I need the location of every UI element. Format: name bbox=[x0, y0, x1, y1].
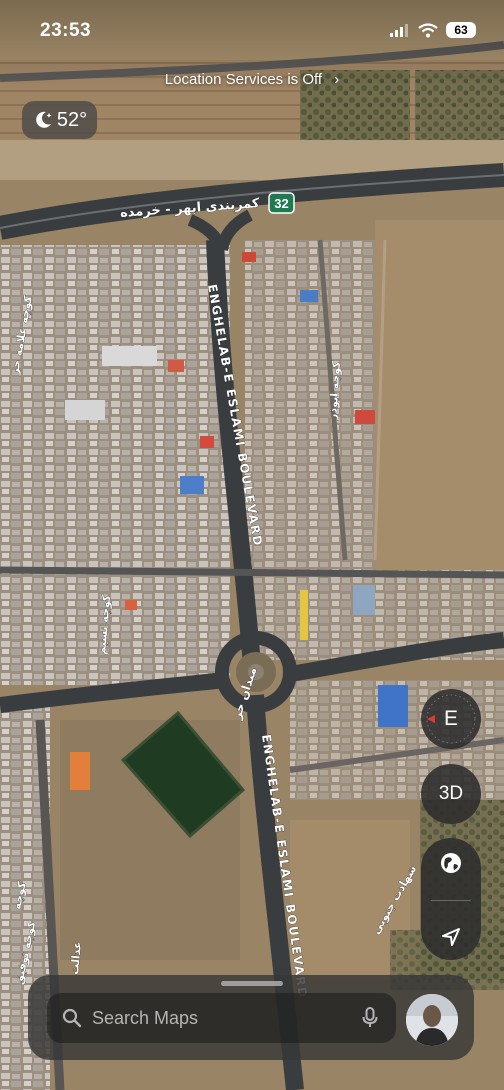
chevron-right-icon: › bbox=[334, 71, 340, 88]
microphone-icon bbox=[362, 1007, 378, 1027]
avatar-image bbox=[406, 994, 458, 1046]
cellular-signal-icon bbox=[390, 24, 408, 37]
search-field[interactable]: Search Maps bbox=[47, 993, 396, 1043]
highway-shield-number: 32 bbox=[274, 196, 288, 211]
battery-indicator: 63 bbox=[446, 22, 476, 38]
controls-divider bbox=[431, 899, 471, 901]
moon-icon bbox=[36, 111, 52, 128]
compass-heading: E bbox=[443, 707, 458, 730]
status-time: 23:53 bbox=[40, 20, 92, 41]
search-placeholder: Search Maps bbox=[92, 1007, 199, 1028]
microphone-button[interactable] bbox=[362, 1007, 378, 1029]
3d-toggle-button[interactable]: 3D bbox=[421, 764, 481, 824]
weather-badge[interactable]: 52° bbox=[22, 101, 97, 139]
compass-button[interactable]: E bbox=[421, 689, 481, 749]
globe-icon bbox=[441, 852, 461, 873]
sheet-grabber[interactable] bbox=[221, 981, 283, 986]
map-controls-stack bbox=[421, 838, 481, 960]
status-bar: 23:53 63 bbox=[0, 0, 504, 60]
search-icon bbox=[62, 1008, 82, 1028]
3d-toggle-label: 3D bbox=[438, 783, 464, 804]
temperature-label: 52° bbox=[56, 108, 88, 131]
wifi-icon bbox=[418, 22, 438, 37]
globe-button[interactable] bbox=[439, 851, 463, 875]
location-services-label: Location Services is Off bbox=[164, 71, 323, 88]
location-arrow-icon bbox=[442, 927, 460, 946]
profile-avatar[interactable] bbox=[406, 994, 458, 1046]
status-icons: 63 bbox=[390, 22, 476, 38]
locate-me-button[interactable] bbox=[440, 926, 462, 948]
location-services-banner[interactable]: Location Services is Off › bbox=[0, 71, 504, 88]
